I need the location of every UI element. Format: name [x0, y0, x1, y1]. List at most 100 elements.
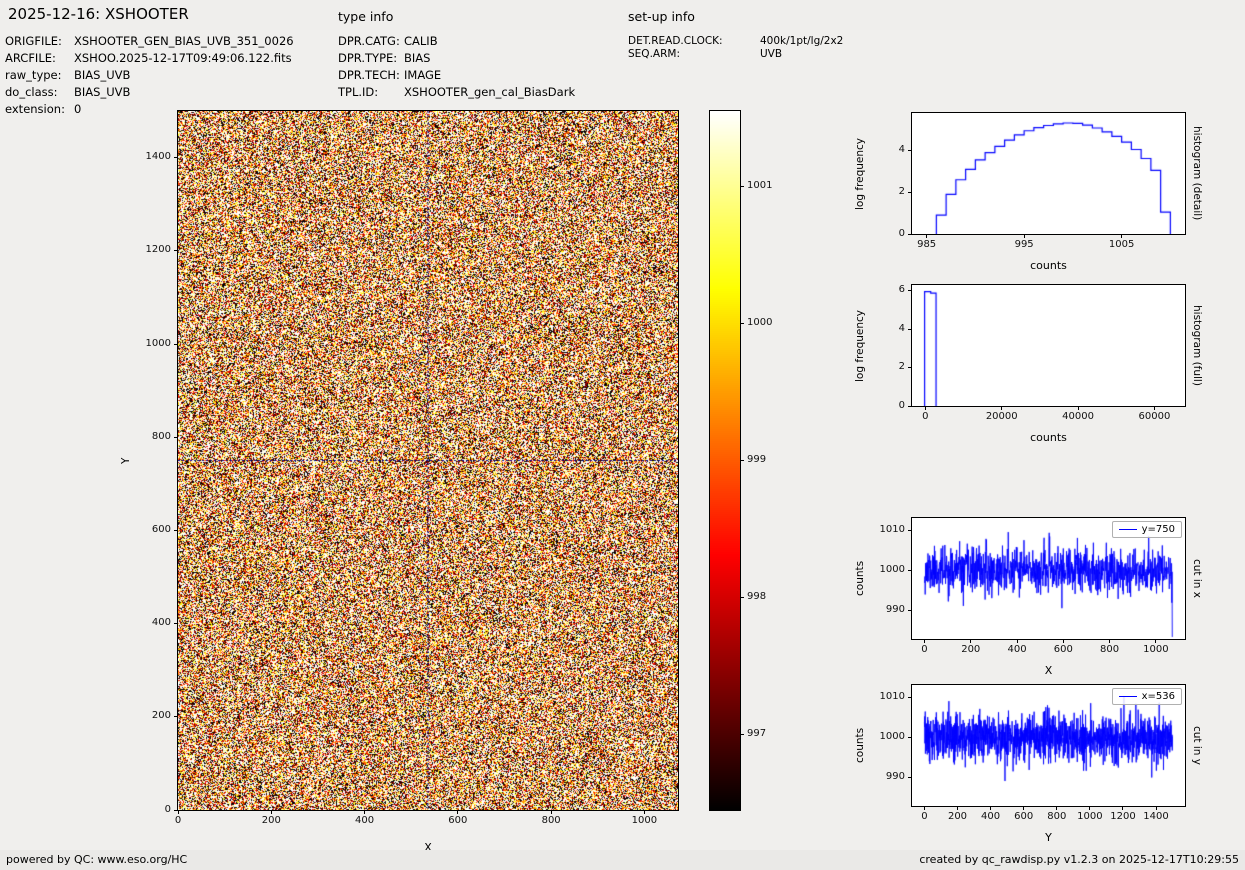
- tick-label: 997: [747, 728, 766, 739]
- tick-label: 0: [922, 411, 928, 422]
- tick-mark: [908, 530, 912, 531]
- tick-mark: [1089, 806, 1090, 810]
- tick-mark: [908, 192, 912, 193]
- tick-label: 990: [886, 604, 905, 615]
- tick-mark: [174, 157, 178, 158]
- tick-mark: [644, 810, 645, 814]
- tick-mark: [926, 234, 927, 238]
- tick-label: 1400: [1143, 811, 1168, 822]
- tick-label: 1000: [1143, 644, 1168, 655]
- meta-value: XSHOOTER_GEN_BIAS_UVB_351_0026: [74, 34, 294, 48]
- tick-label: 6: [899, 284, 905, 295]
- y-axis-label: counts: [854, 685, 866, 806]
- meta-label: ARCFILE:: [5, 51, 74, 65]
- meta-value: XSHOO.2025-12-17T09:49:06.122.fits: [74, 51, 292, 65]
- tick-label: 0: [921, 644, 927, 655]
- tick-mark: [908, 570, 912, 571]
- legend-label: y=750: [1142, 524, 1175, 535]
- histogram-full-plot: counts log frequency histogram (full) 02…: [912, 285, 1185, 406]
- legend-line-sample: [1119, 696, 1137, 697]
- meta-value: 400k/1pt/lg/2x2: [760, 35, 843, 47]
- meta-arcfile: ARCFILE:XSHOO.2025-12-17T09:49:06.122.fi…: [5, 51, 292, 65]
- tick-label: 600: [152, 524, 171, 535]
- meta-label: DPR.TYPE:: [338, 51, 404, 65]
- tick-label: 1000: [747, 317, 772, 328]
- tick-mark: [740, 597, 744, 598]
- tick-mark: [1024, 234, 1025, 238]
- legend-line-sample: [1119, 529, 1137, 530]
- legend: x=536: [1112, 688, 1182, 705]
- colorbar: 99799899910001001: [710, 111, 740, 810]
- tick-mark: [174, 250, 178, 251]
- y-axis-label: Y: [120, 111, 132, 810]
- tick-label: 1200: [1110, 811, 1135, 822]
- footer-bar: powered by QC: www.eso.org/HC created by…: [0, 850, 1245, 870]
- meta-origfile: ORIGFILE:XSHOOTER_GEN_BIAS_UVB_351_0026: [5, 34, 294, 48]
- tick-label: 990: [886, 771, 905, 782]
- tick-mark: [908, 697, 912, 698]
- tick-mark: [740, 323, 744, 324]
- cut-in-y-plot: x=536 Y counts cut in y 0200400600800100…: [912, 685, 1185, 806]
- tick-label: 998: [747, 591, 766, 602]
- tick-label: 200: [948, 811, 967, 822]
- y-axis-label: log frequency: [854, 113, 866, 234]
- legend-label: x=536: [1142, 691, 1175, 702]
- meta-label: SEQ.ARM:: [628, 48, 760, 60]
- tick-mark: [1109, 639, 1110, 643]
- meta-value: 0: [74, 102, 81, 116]
- meta-value: XSHOOTER_gen_cal_BiasDark: [404, 85, 575, 99]
- meta-label: DPR.CATG:: [338, 34, 404, 48]
- meta-seq-arm: SEQ.ARM:UVB: [628, 48, 782, 60]
- tick-mark: [1001, 406, 1002, 410]
- tick-mark: [908, 367, 912, 368]
- tick-label: 60000: [1139, 411, 1171, 422]
- tick-mark: [924, 806, 925, 810]
- tick-label: 1000: [1077, 811, 1102, 822]
- legend: y=750: [1112, 521, 1182, 538]
- x-axis-label: counts: [912, 259, 1185, 272]
- tick-label: 600: [448, 815, 467, 826]
- tick-label: 600: [1014, 811, 1033, 822]
- meta-label: DPR.TECH:: [338, 68, 404, 82]
- tick-mark: [908, 234, 912, 235]
- tick-label: 1000: [880, 731, 905, 742]
- tick-label: 20000: [986, 411, 1018, 422]
- tick-label: 1200: [146, 244, 171, 255]
- tick-mark: [178, 810, 179, 814]
- meta-label: raw_type:: [5, 68, 74, 82]
- tick-label: 0: [899, 400, 905, 411]
- tick-label: 400: [152, 617, 171, 628]
- x-axis-label: Y: [912, 831, 1185, 844]
- meta-value: BIAS: [404, 51, 430, 65]
- meta-do-class: do_class:BIAS_UVB: [5, 85, 130, 99]
- tick-mark: [908, 406, 912, 407]
- tick-mark: [551, 810, 552, 814]
- histogram-detail-plot: counts log frequency histogram (detail) …: [912, 113, 1185, 234]
- tick-mark: [271, 810, 272, 814]
- cut-in-x-plot: y=750 X counts cut in x 0200400600800100…: [912, 518, 1185, 639]
- tick-label: 999: [747, 454, 766, 465]
- meta-raw-type: raw_type:BIAS_UVB: [5, 68, 130, 82]
- tick-label: 1400: [146, 151, 171, 162]
- tick-mark: [908, 290, 912, 291]
- tick-mark: [740, 460, 744, 461]
- bias-image-canvas: [178, 111, 678, 810]
- tick-label: 40000: [1062, 411, 1094, 422]
- meta-tpl-id: TPL.ID:XSHOOTER_gen_cal_BiasDark: [338, 85, 575, 99]
- tick-mark: [174, 716, 178, 717]
- meta-det-read-clock: DET.READ.CLOCK:400k/1pt/lg/2x2: [628, 35, 843, 47]
- tick-label: 200: [262, 815, 281, 826]
- tick-mark: [740, 734, 744, 735]
- histogram-full-canvas: [912, 285, 1185, 406]
- meta-value: BIAS_UVB: [74, 85, 130, 99]
- tick-mark: [1056, 806, 1057, 810]
- page-title: 2025-12-16: XSHOOTER: [8, 5, 189, 23]
- tick-label: 1000: [632, 815, 657, 826]
- tick-label: 600: [1054, 644, 1073, 655]
- tick-label: 995: [1015, 239, 1034, 250]
- tick-mark: [925, 406, 926, 410]
- x-axis-label: counts: [912, 431, 1185, 444]
- header-bar: 2025-12-16: XSHOOTER type info set-up in…: [0, 0, 1245, 30]
- tick-label: 400: [981, 811, 1000, 822]
- meta-value: BIAS_UVB: [74, 68, 130, 82]
